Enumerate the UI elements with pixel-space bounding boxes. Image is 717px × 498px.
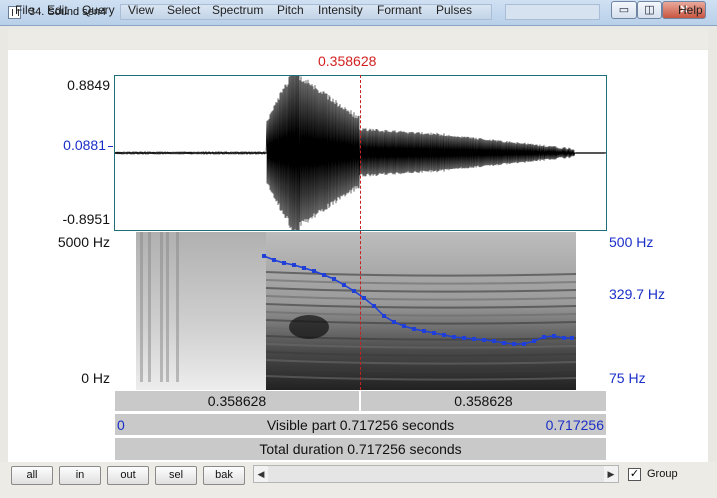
pitch-point [462, 336, 466, 340]
pitch-point [472, 337, 476, 341]
menu-spectrum[interactable]: Spectrum [212, 3, 263, 17]
pitch-point [512, 342, 516, 346]
spectrogram-fmin-label: 0 Hz [20, 370, 110, 386]
minimize-button[interactable]: ▭ [611, 1, 637, 19]
pitch-point [532, 339, 536, 343]
pitch-point [492, 339, 496, 343]
waveform-ymax-label: 0.8849 [20, 77, 110, 93]
pitch-point [552, 334, 556, 338]
total-duration-bar[interactable]: Total duration 0.717256 seconds [114, 437, 607, 461]
menu-select[interactable]: Select [167, 3, 200, 17]
visible-start-label: 0 [117, 414, 125, 436]
scroll-right-arrow-icon[interactable]: ▶ [604, 466, 618, 482]
spectrogram-fmax-label: 5000 Hz [20, 234, 110, 250]
pitch-point [432, 331, 436, 335]
pitch-point [562, 336, 566, 340]
pitch-point [312, 269, 316, 273]
zoom-out-button[interactable]: out [107, 466, 149, 485]
zoom-in-button[interactable]: in [59, 466, 101, 485]
pitch-point [332, 277, 336, 281]
menu-intensity[interactable]: Intensity [318, 3, 363, 17]
pitch-point [482, 338, 486, 342]
zoom-back-button[interactable]: bak [203, 466, 245, 485]
pitch-point [502, 341, 506, 345]
waveform-ymin-label: -0.8951 [20, 211, 110, 227]
pitch-point [422, 329, 426, 333]
menu-edit[interactable]: Edit [47, 3, 68, 17]
menu-pitch[interactable]: Pitch [277, 3, 304, 17]
waveform-ymid-label: 0.0881 [20, 137, 106, 153]
scroll-left-arrow-icon[interactable]: ◀ [254, 466, 268, 482]
pitch-point [282, 261, 286, 265]
pitch-min-label: 75 Hz [609, 370, 646, 386]
pitch-point [262, 254, 266, 258]
pitch-point [522, 342, 526, 346]
menu-view[interactable]: View [128, 3, 154, 17]
pitch-point [272, 258, 276, 262]
fricative-region [136, 232, 266, 390]
show-all-button[interactable]: all [11, 466, 53, 485]
pitch-point [402, 324, 406, 328]
pitch-point [302, 266, 306, 270]
pitch-point [352, 289, 356, 293]
pitch-point [542, 335, 546, 339]
time-cursor[interactable] [360, 75, 361, 390]
pitch-point [382, 314, 386, 318]
menu-formant[interactable]: Formant [377, 3, 422, 17]
pitch-point [452, 335, 456, 339]
menu-help[interactable]: Help [678, 3, 703, 17]
group-checkbox[interactable]: ✓ [628, 468, 641, 481]
pitch-point [342, 283, 346, 287]
zoom-selection-button[interactable]: sel [155, 466, 197, 485]
menu-pulses[interactable]: Pulses [436, 3, 472, 17]
menu-file[interactable]: File [15, 3, 34, 17]
visible-part-label: Visible part 0.717256 seconds [267, 417, 454, 433]
menu-bar [8, 29, 708, 49]
pitch-cursor-label: 329.7 Hz [609, 286, 665, 302]
pitch-point [372, 304, 376, 308]
pitch-point [362, 296, 366, 300]
menu-query[interactable]: Query [82, 3, 115, 17]
maximize-button[interactable]: ◫ [637, 1, 662, 19]
cursor-time-label: 0.358628 [318, 53, 376, 69]
visible-part-bar[interactable]: 0 Visible part 0.717256 seconds 0.717256 [114, 413, 607, 436]
pitch-point [570, 336, 574, 340]
segment-right-bar[interactable]: 0.358628 [360, 390, 607, 412]
group-label: Group [647, 468, 678, 480]
visible-end-label: 0.717256 [546, 414, 604, 436]
pitch-point [292, 263, 296, 267]
voiced-region [266, 232, 576, 390]
pitch-max-label: 500 Hz [609, 234, 653, 250]
segment-left-bar[interactable]: 0.358628 [114, 390, 360, 412]
pitch-point [412, 327, 416, 331]
background-search-box [505, 4, 600, 20]
waveform-ymid-tick [108, 146, 113, 147]
pitch-point [442, 333, 446, 337]
pitch-point [392, 320, 396, 324]
time-scrollbar[interactable]: ◀ ▶ [253, 465, 619, 483]
pitch-point [322, 273, 326, 277]
